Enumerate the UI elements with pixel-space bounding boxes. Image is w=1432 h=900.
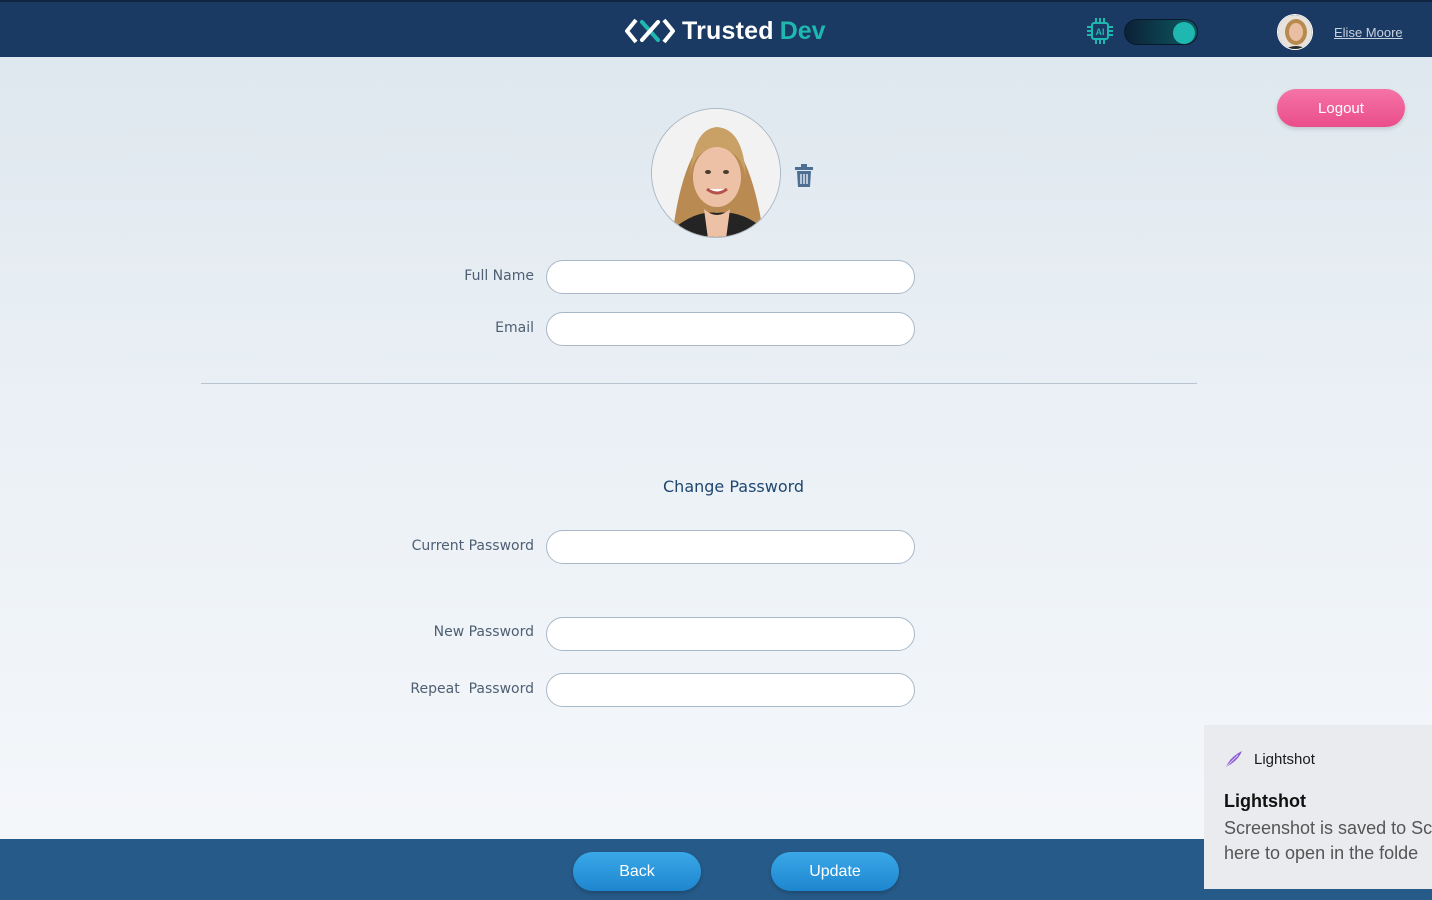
ai-toggle[interactable] — [1124, 19, 1198, 45]
trash-icon[interactable] — [793, 164, 815, 188]
avatar-photo-icon — [1278, 15, 1312, 49]
change-password-title: Change Password — [663, 477, 805, 496]
email-input[interactable] — [546, 312, 915, 346]
notification-app-name: Lightshot — [1254, 750, 1315, 768]
lightshot-notification[interactable]: Lightshot Lightshot Screenshot is saved … — [1204, 725, 1432, 889]
repeat-password-label: Repeat Password — [410, 681, 534, 697]
header-avatar[interactable] — [1277, 14, 1313, 50]
update-button[interactable]: Update — [771, 852, 899, 891]
logo-mark-icon — [625, 18, 675, 44]
notification-body-line2: here to open in the folde — [1224, 843, 1419, 863]
section-divider — [201, 383, 1197, 384]
back-button[interactable]: Back — [573, 852, 701, 891]
profile-photo-image — [652, 109, 780, 237]
user-name-link[interactable]: Elise Moore — [1334, 25, 1403, 40]
logo-text-dev: Dev — [779, 16, 826, 45]
notification-body: Screenshot is saved to Sc here to open i… — [1224, 816, 1432, 866]
notification-title: Lightshot — [1224, 791, 1306, 811]
feather-icon — [1225, 751, 1242, 768]
toggle-knob — [1173, 22, 1195, 44]
current-password-input[interactable] — [546, 530, 915, 564]
email-label: Email — [495, 320, 534, 336]
notification-app-row: Lightshot — [1224, 749, 1315, 769]
svg-text:AI: AI — [1096, 27, 1105, 37]
full-name-label: Full Name — [464, 268, 534, 284]
new-password-input[interactable] — [546, 617, 915, 651]
profile-photo[interactable] — [651, 108, 781, 238]
logo-text-trusted: Trusted — [682, 16, 774, 45]
notification-body-line1: Screenshot is saved to Sc — [1224, 818, 1432, 838]
repeat-password-input[interactable] — [546, 673, 915, 707]
app-logo[interactable]: Trusted Dev — [624, 14, 826, 48]
new-password-label: New Password — [433, 624, 534, 640]
current-password-label: Current Password — [411, 538, 534, 554]
ai-chip-icon: AI — [1087, 18, 1113, 44]
top-header: Trusted Dev AI Elise Moore — [0, 0, 1432, 57]
full-name-input[interactable] — [546, 260, 915, 294]
logout-button[interactable]: Logout — [1277, 89, 1405, 127]
